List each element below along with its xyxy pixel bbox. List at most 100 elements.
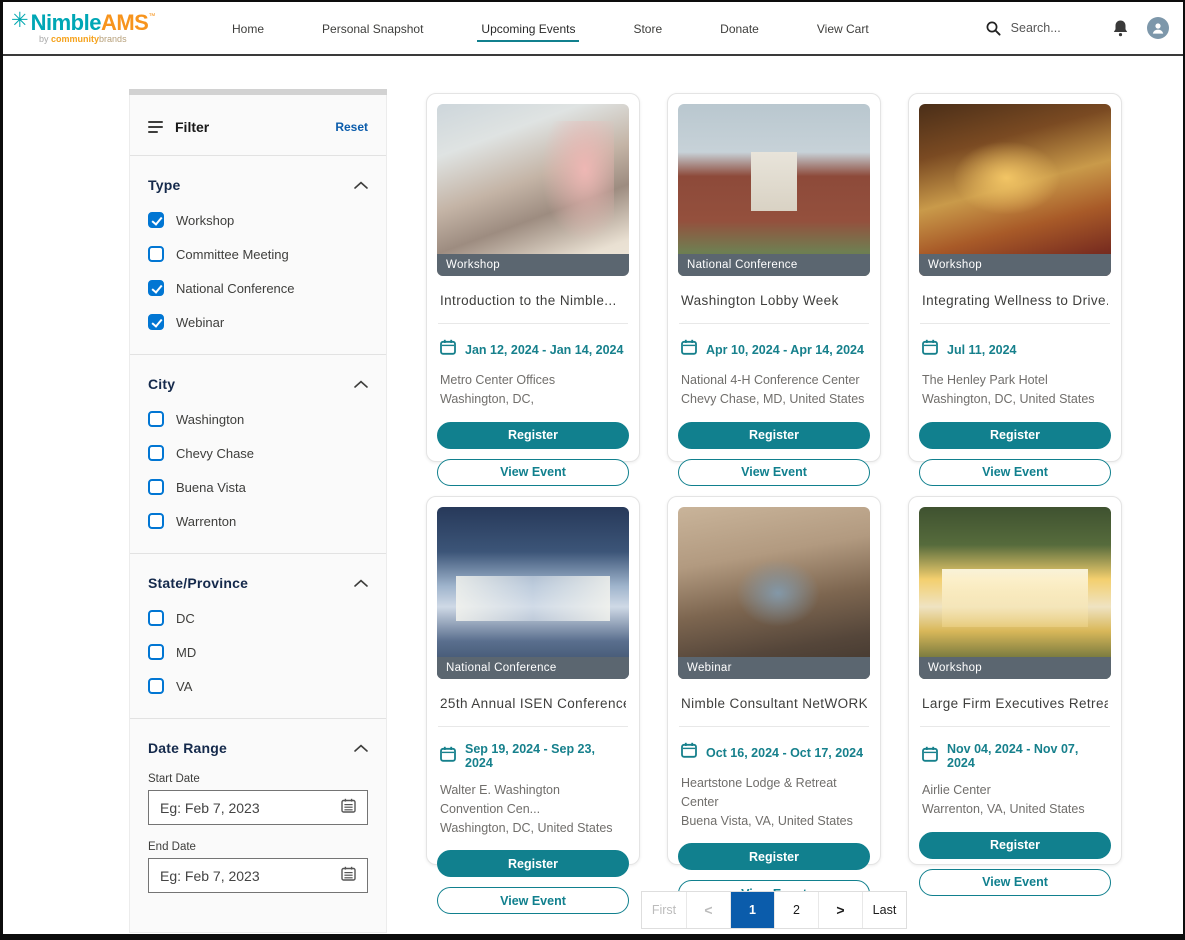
checkbox-workshop[interactable]: Workshop xyxy=(148,212,368,228)
checkbox-md[interactable]: MD xyxy=(148,644,368,660)
end-date-label: End Date xyxy=(148,841,368,853)
register-button[interactable]: Register xyxy=(437,850,629,877)
checkbox-va[interactable]: VA xyxy=(148,678,368,694)
nav-item-view-cart[interactable]: View Cart xyxy=(817,3,869,53)
checkbox-washington[interactable]: Washington xyxy=(148,411,368,427)
nav-item-store[interactable]: Store xyxy=(633,3,662,53)
checkbox-box[interactable] xyxy=(148,479,164,495)
checkbox-dc[interactable]: DC xyxy=(148,610,368,626)
calendar-icon xyxy=(681,339,697,360)
calendar-icon[interactable] xyxy=(341,798,356,818)
chevron-up-icon[interactable] xyxy=(354,375,368,393)
page: ✳ Nimble AMS ™ by communitybrands Home P… xyxy=(0,0,1185,940)
notification-bell-icon[interactable] xyxy=(1112,19,1129,38)
checkbox-webinar[interactable]: Webinar xyxy=(148,314,368,330)
event-photo: National Conference xyxy=(437,507,629,679)
chevron-up-icon[interactable] xyxy=(354,176,368,194)
search-icon xyxy=(986,21,1001,36)
reset-filters-button[interactable]: Reset xyxy=(335,120,368,134)
event-photo: Workshop xyxy=(919,507,1111,679)
event-title[interactable]: Introduction to the Nimble... xyxy=(440,293,626,308)
view-event-button[interactable]: View Event xyxy=(437,887,629,914)
chevron-up-icon[interactable] xyxy=(354,739,368,757)
pagination-first-button[interactable]: First xyxy=(642,892,686,928)
type-section-header[interactable]: Type xyxy=(148,176,368,194)
start-date-input[interactable]: Eg: Feb 7, 2023 xyxy=(148,790,368,825)
event-city: Warrenton, VA, United States xyxy=(922,800,1108,819)
view-event-button[interactable]: View Event xyxy=(678,459,870,486)
search-input[interactable]: Search... xyxy=(986,21,1061,36)
view-event-button[interactable]: View Event xyxy=(437,459,629,486)
event-venue: Airlie Center xyxy=(922,781,1108,800)
nav-item-donate[interactable]: Donate xyxy=(720,3,759,53)
chevron-up-icon[interactable] xyxy=(354,574,368,592)
checkbox-box[interactable] xyxy=(148,513,164,529)
event-photo: Webinar xyxy=(678,507,870,679)
search-placeholder: Search... xyxy=(1011,21,1061,35)
event-city: Chevy Chase, MD, United States xyxy=(681,390,867,409)
event-dates: Apr 10, 2024 - Apr 14, 2024 xyxy=(706,343,864,357)
checkbox-buena-vista[interactable]: Buena Vista xyxy=(148,479,368,495)
divider xyxy=(438,726,628,727)
checkbox-box[interactable] xyxy=(148,445,164,461)
nimble-ams-logo[interactable]: ✳ Nimble AMS ™ by communitybrands xyxy=(11,12,161,44)
checkbox-box[interactable] xyxy=(148,246,164,262)
pagination-next-icon[interactable]: > xyxy=(818,892,862,928)
event-dates: Nov 04, 2024 - Nov 07, 2024 xyxy=(947,742,1108,770)
event-city: Buena Vista, VA, United States xyxy=(681,812,867,831)
checkbox-box[interactable] xyxy=(148,280,164,296)
register-button[interactable]: Register xyxy=(678,422,870,449)
calendar-icon xyxy=(681,742,697,763)
register-button[interactable]: Register xyxy=(919,832,1111,859)
event-venue: The Henley Park Hotel xyxy=(922,371,1108,390)
checkbox-box[interactable] xyxy=(148,644,164,660)
checkbox-committee-meeting[interactable]: Committee Meeting xyxy=(148,246,368,262)
event-title[interactable]: 25th Annual ISEN Conference xyxy=(440,696,626,711)
nav-item-home[interactable]: Home xyxy=(232,3,264,53)
divider xyxy=(679,726,869,727)
pagination-page-1[interactable]: 1 xyxy=(730,892,774,928)
end-date-input[interactable]: Eg: Feb 7, 2023 xyxy=(148,858,368,893)
pagination-last-button[interactable]: Last xyxy=(862,892,906,928)
event-location: Airlie Center Warrenton, VA, United Stat… xyxy=(922,781,1108,819)
register-button[interactable]: Register xyxy=(437,422,629,449)
date-range-section-header[interactable]: Date Range xyxy=(148,739,368,757)
nav-item-personal-snapshot[interactable]: Personal Snapshot xyxy=(322,3,423,53)
nav-item-upcoming-events[interactable]: Upcoming Events xyxy=(481,3,575,53)
event-type-badge: National Conference xyxy=(678,254,870,276)
main-nav: Home Personal Snapshot Upcoming Events S… xyxy=(203,3,898,53)
event-title[interactable]: Large Firm Executives Retreat xyxy=(922,696,1108,711)
filter-section-state: State/Province DC MD VA xyxy=(146,554,370,718)
checkbox-box[interactable] xyxy=(148,678,164,694)
checkbox-box[interactable] xyxy=(148,411,164,427)
user-avatar-icon[interactable] xyxy=(1147,17,1169,39)
event-title[interactable]: Washington Lobby Week xyxy=(681,293,867,308)
state-section-header[interactable]: State/Province xyxy=(148,574,368,592)
city-section-header[interactable]: City xyxy=(148,375,368,393)
view-event-button[interactable]: View Event xyxy=(919,459,1111,486)
event-title[interactable]: Nimble Consultant NetWORKS... xyxy=(681,696,867,711)
event-city: Washington, DC, United States xyxy=(922,390,1108,409)
event-dates: Sep 19, 2024 - Sep 23, 2024 xyxy=(465,742,626,770)
register-button[interactable]: Register xyxy=(919,422,1111,449)
checkbox-warrenton[interactable]: Warrenton xyxy=(148,513,368,529)
checkbox-box[interactable] xyxy=(148,610,164,626)
calendar-icon[interactable] xyxy=(341,866,356,886)
event-card: National Conference Washington Lobby Wee… xyxy=(667,93,881,462)
pagination-prev-icon[interactable]: < xyxy=(686,892,730,928)
pagination-page-2[interactable]: 2 xyxy=(774,892,818,928)
event-dates: Oct 16, 2024 - Oct 17, 2024 xyxy=(706,746,863,760)
event-location: The Henley Park Hotel Washington, DC, Un… xyxy=(922,371,1108,409)
event-city: Washington, DC, United States xyxy=(440,819,626,838)
event-dates: Jan 12, 2024 - Jan 14, 2024 xyxy=(465,343,623,357)
checkbox-chevy-chase[interactable]: Chevy Chase xyxy=(148,445,368,461)
checkbox-national-conference[interactable]: National Conference xyxy=(148,280,368,296)
calendar-icon xyxy=(440,746,456,767)
logo-text-ams: AMS xyxy=(101,12,148,34)
register-button[interactable]: Register xyxy=(678,843,870,870)
checkbox-box[interactable] xyxy=(148,314,164,330)
event-title[interactable]: Integrating Wellness to Drive... xyxy=(922,293,1108,308)
view-event-button[interactable]: View Event xyxy=(919,869,1111,896)
checkbox-box[interactable] xyxy=(148,212,164,228)
filter-header: Filter Reset xyxy=(146,95,370,155)
